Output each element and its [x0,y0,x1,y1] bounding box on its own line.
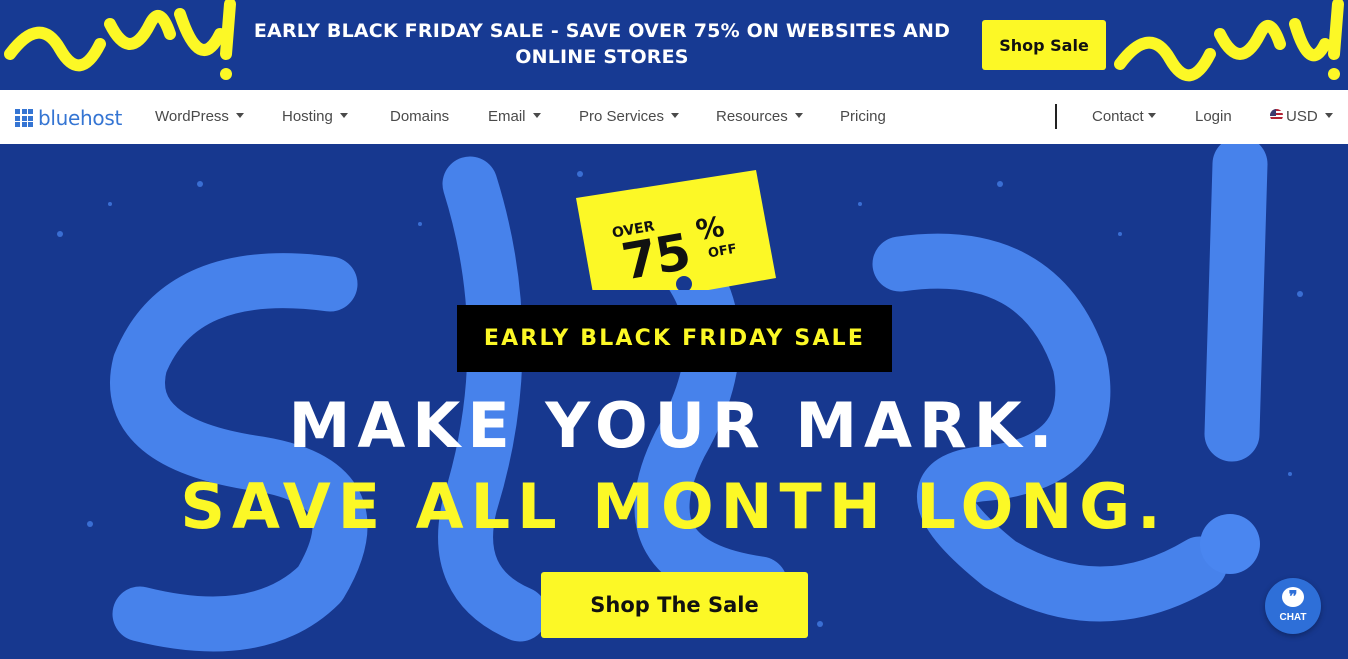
promo-text-prefix: EARLY BLACK FRIDAY SALE - [253,20,566,42]
nav-item-label: Pro Services [579,108,665,125]
shop-the-sale-button[interactable]: Shop The Sale [541,572,808,638]
ticket-number: 75 [617,222,695,292]
sale-graffiti-left [4,0,236,80]
nav-item-label: Resources [716,108,788,125]
discount-ticket: OVER 75 % OFF [576,170,776,310]
nav-item-label: WordPress [155,108,229,125]
caret-down-icon [235,113,244,118]
nav-item-login[interactable]: Login [1195,108,1232,125]
nav-item-pricing[interactable]: Pricing [840,108,886,125]
nav-item-pro-services[interactable]: Pro Services [579,108,680,125]
hero-headline-line2: SAVE ALL MONTH LONG. [180,470,1168,543]
nav-item-label: Login [1195,108,1232,125]
nav-item-email[interactable]: Email [488,108,541,125]
promo-banner: EARLY BLACK FRIDAY SALE - SAVE OVER 75% … [0,0,1348,90]
nav-item-hosting[interactable]: Hosting [282,108,348,125]
ticket-percent: % [693,209,727,248]
main-nav: bluehost WordPress Hosting Domains Email… [0,90,1348,144]
currency-selector[interactable]: USD [1270,108,1333,125]
nav-divider [1055,104,1057,129]
nav-item-label: Contact [1092,108,1144,125]
currency-label: USD [1286,108,1318,125]
logo-text: bluehost [38,106,123,130]
caret-down-icon [1324,113,1333,118]
nav-item-domains[interactable]: Domains [390,108,449,125]
chat-label: CHAT [1279,612,1307,623]
sale-eyebrow: EARLY BLACK FRIDAY SALE [457,305,892,372]
nav-item-label: Pricing [840,108,886,125]
sale-graffiti-right [1114,0,1344,82]
nav-item-label: Hosting [282,108,333,125]
promo-text: EARLY BLACK FRIDAY SALE - SAVE OVER 75% … [236,18,968,70]
hero-section: OVER 75 % OFF EARLY BLACK FRIDAY SALE MA… [0,144,1348,659]
nav-item-label: Email [488,108,526,125]
caret-down-icon [532,113,541,118]
bluehost-logo[interactable]: bluehost [15,106,122,130]
caret-down-icon [1147,113,1156,118]
us-flag-icon [1270,109,1283,122]
nav-item-wordpress[interactable]: WordPress [155,108,244,125]
caret-down-icon [794,113,803,118]
chat-button[interactable]: ❞ CHAT [1265,578,1321,634]
nav-item-contact[interactable]: Contact [1092,108,1156,125]
logo-grid-icon [15,109,33,127]
shop-sale-button[interactable]: Shop Sale [982,20,1106,70]
hero-headline-line1: MAKE YOUR MARK. [288,389,1060,462]
nav-item-resources[interactable]: Resources [716,108,803,125]
caret-down-icon [671,113,680,118]
promo-text-bold: SAVE OVER 75% [565,20,740,42]
nav-item-label: Domains [390,108,450,125]
chat-bubble-icon: ❞ [1282,587,1304,607]
caret-down-icon [339,113,348,118]
